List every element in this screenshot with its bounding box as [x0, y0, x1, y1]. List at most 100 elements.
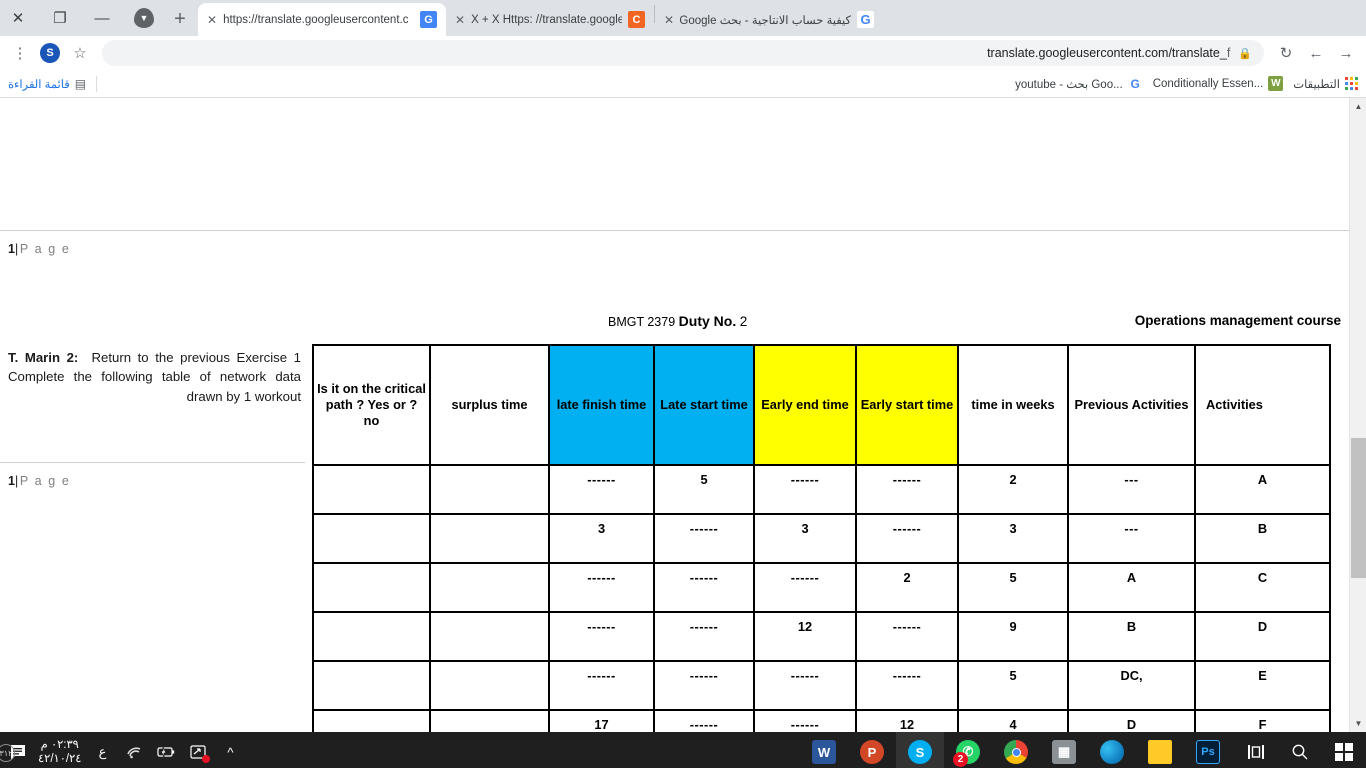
- table-cell: [429, 513, 550, 564]
- skype-icon: S: [908, 740, 932, 764]
- table-cell: B: [1194, 513, 1331, 564]
- table-cell: DC,: [1067, 660, 1196, 711]
- table-cell: 9: [957, 611, 1069, 662]
- table-row: 3 ------ 3 ------ 3 --- B: [312, 513, 1331, 564]
- table-cell: [312, 513, 431, 564]
- window-controls: ✕ ❐ — ▼: [0, 0, 162, 36]
- bookmark-label: التطبيقات: [1293, 78, 1340, 91]
- calculator-icon: ▦: [1052, 740, 1076, 764]
- tab-google-search[interactable]: G كيفية حساب الانتاجية - بحث Google ✕: [655, 3, 883, 36]
- table-cell: ------: [753, 709, 857, 732]
- reading-list-label: قائمة القراءة: [8, 78, 70, 91]
- chrome-menu-icon[interactable]: ⋮: [8, 41, 32, 65]
- bookmark-label: Conditionally Essen...: [1152, 77, 1264, 90]
- battery-icon[interactable]: [155, 741, 177, 763]
- col-time-in-weeks: time in weeks: [957, 344, 1069, 466]
- tab-close-icon[interactable]: ✕: [664, 13, 674, 27]
- table-cell: ------: [855, 660, 959, 711]
- scroll-up-arrow-icon[interactable]: ▲: [1350, 98, 1366, 115]
- table-cell: [429, 562, 550, 613]
- table-cell: A: [1067, 562, 1196, 613]
- minimize-window-icon[interactable]: —: [92, 8, 112, 28]
- taskbar-app-word[interactable]: W: [800, 732, 848, 768]
- address-bar-url: translate.googleusercontent.com/translat…: [987, 46, 1230, 60]
- table-cell: ------: [548, 562, 655, 613]
- table-cell: C: [1194, 562, 1331, 613]
- exercise-label: T. Marin 2:: [8, 350, 79, 365]
- table-cell: ------: [855, 464, 959, 515]
- table-cell: ------: [855, 513, 959, 564]
- forward-button[interactable]: →: [1334, 41, 1358, 65]
- tab-label: https://translate.googleusercontent.c: [223, 13, 409, 26]
- chrome-hub-icon: [1011, 747, 1021, 757]
- language-indicator[interactable]: ع: [91, 741, 113, 763]
- translate-icon: G: [420, 11, 437, 28]
- table-cell: 12: [753, 611, 857, 662]
- url-main: translate.googleusercontent.com/translat…: [987, 46, 1227, 60]
- avatar-initial: S: [40, 43, 60, 63]
- taskbar-app-file-explorer[interactable]: [1136, 732, 1184, 768]
- restore-window-icon[interactable]: ❐: [50, 8, 70, 28]
- bookmark-conditionally-essential[interactable]: Conditionally Essen... W: [1153, 76, 1284, 91]
- table-cell: ------: [855, 611, 959, 662]
- col-late-finish-time: late finish time: [548, 344, 655, 466]
- bookmark-youtube[interactable]: youtube - بحث Goo... G: [1015, 76, 1143, 91]
- table-cell: [429, 464, 550, 515]
- header-course-code: BMGT 2379: [608, 315, 676, 329]
- taskbar-app-whatsapp[interactable]: ✆ 2: [944, 732, 992, 768]
- start-icon: [1335, 743, 1353, 761]
- taskbar-app-photoshop[interactable]: Ps: [1184, 732, 1232, 768]
- table-cell: 3: [753, 513, 857, 564]
- table-header-row: Is it on the critical path ? Yes or ? no…: [312, 344, 1331, 466]
- taskbar-app-chrome[interactable]: [992, 732, 1040, 768]
- page-label: P a g e: [19, 242, 71, 256]
- browser-logo-icon: ▼: [134, 8, 154, 28]
- avatar[interactable]: S: [38, 41, 62, 65]
- table-cell: ------: [753, 660, 857, 711]
- address-bar[interactable]: translate.googleusercontent.com/translat…: [102, 40, 1264, 66]
- taskbar-clock[interactable]: ٠٢:٣٩ م ٤٢/١٠/٢٤: [38, 738, 81, 766]
- scrollbar-thumb[interactable]: [1351, 438, 1366, 578]
- taskbar-app-powerpoint[interactable]: P: [848, 732, 896, 768]
- bookmark-label: youtube - بحث Goo...: [1015, 78, 1123, 91]
- tab-close-icon[interactable]: ✕: [455, 13, 465, 27]
- bookmark-reading-list[interactable]: قائمة القراءة ▤: [8, 77, 86, 91]
- new-tab-button[interactable]: +: [166, 5, 194, 33]
- word-icon: W: [812, 740, 836, 764]
- reload-button[interactable]: ↻: [1274, 41, 1298, 65]
- taskbar-app-skype[interactable]: S: [896, 732, 944, 768]
- close-window-icon[interactable]: ✕: [8, 8, 28, 28]
- search-icon[interactable]: [1278, 732, 1322, 768]
- taskbar-app-calculator[interactable]: ▦: [1040, 732, 1088, 768]
- tab-close-icon[interactable]: ✕: [207, 13, 217, 27]
- col-late-start-time: Late start time: [653, 344, 755, 466]
- header-rule-top: [0, 230, 1349, 231]
- show-hidden-icons-icon[interactable]: ^: [219, 741, 241, 763]
- table-cell: F: [1194, 709, 1331, 732]
- taskbar-app-edge[interactable]: [1088, 732, 1136, 768]
- notification-badge: 2: [953, 752, 968, 767]
- clock-date: ٤٢/١٠/٢٤: [38, 753, 82, 765]
- tab-translate-second[interactable]: ✕ X + X Https: //translate.googleuserc C: [446, 3, 654, 36]
- wifi-icon[interactable]: [123, 741, 145, 763]
- table-cell: [312, 562, 431, 613]
- bookmark-apps[interactable]: التطبيقات: [1293, 77, 1358, 91]
- scroll-down-arrow-icon[interactable]: ▼: [1350, 715, 1366, 732]
- table-cell: 5: [957, 660, 1069, 711]
- task-view-button[interactable]: [1234, 732, 1278, 768]
- start-button[interactable]: [1322, 732, 1366, 768]
- table-row: ------ ------ ------ ------ 5 DC, E: [312, 660, 1331, 711]
- table-cell: ------: [653, 513, 755, 564]
- header-duty-label: Duty No.: [678, 313, 737, 329]
- file-explorer-icon: [1148, 740, 1172, 764]
- notifications-icon[interactable]: ٣١٢: [0, 741, 28, 763]
- lock-icon[interactable]: 🔒: [1238, 47, 1252, 60]
- word-icon: W: [1268, 76, 1284, 91]
- page-viewport: 1|P a g e BMGT 2379 Duty No. 2 Operation…: [0, 98, 1366, 732]
- bookmark-star-icon[interactable]: ☆: [68, 41, 92, 65]
- back-button[interactable]: ←: [1304, 41, 1328, 65]
- action-center-icon[interactable]: [187, 741, 211, 763]
- vertical-scrollbar[interactable]: ▲ ▼: [1349, 98, 1366, 732]
- tabs-container: ✕ https://translate.googleusercontent.c …: [198, 0, 883, 36]
- tab-translate-active[interactable]: ✕ https://translate.googleusercontent.c …: [198, 3, 446, 36]
